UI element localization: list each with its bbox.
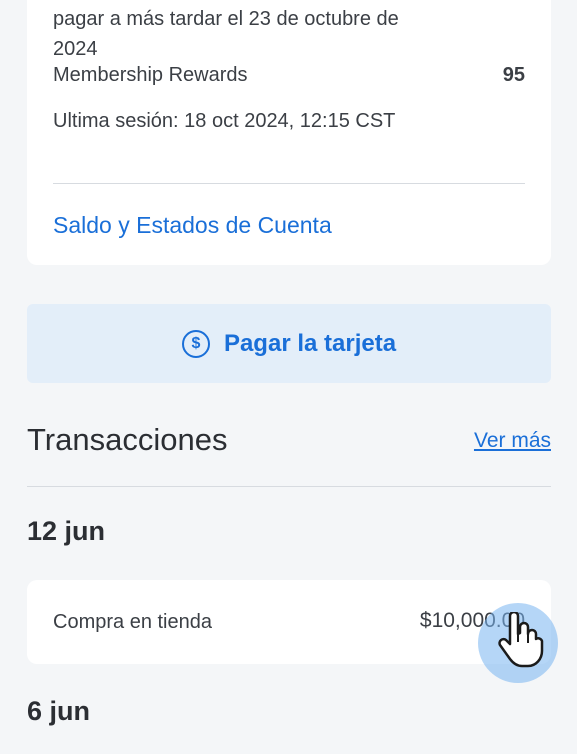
statements-link[interactable]: Saldo y Estados de Cuenta <box>53 212 332 239</box>
divider <box>53 183 525 184</box>
see-more-link[interactable]: Ver más <box>474 429 551 453</box>
dollar-circle-icon: $ <box>181 329 210 358</box>
membership-rewards-points: 95 <box>502 64 525 86</box>
last-session-text: Ultima sesión: 18 oct 2024, 12:15 CST <box>53 110 396 132</box>
pay-card-label: Pagar la tarjeta <box>223 329 397 357</box>
membership-rewards-row: Membership Rewards 95 <box>53 64 525 87</box>
transaction-row[interactable]: Compra en tienda $10,000.00 <box>27 580 551 664</box>
hand-pointer-icon <box>498 612 544 668</box>
transaction-date-heading: 12 jun <box>27 516 106 546</box>
payment-due-text: pagar a más tardar el 23 de octubre de 2… <box>53 8 399 60</box>
account-summary-card: pagar a más tardar el 23 de octubre de 2… <box>27 0 551 265</box>
membership-rewards-label: Membership Rewards <box>53 64 248 86</box>
info-icon[interactable] <box>497 0 525 6</box>
transactions-title: Transacciones <box>27 422 228 457</box>
transaction-description: Compra en tienda <box>53 611 212 633</box>
divider <box>27 486 551 487</box>
transaction-date-heading: 6 jun <box>27 696 91 726</box>
pay-card-button[interactable]: $ Pagar la tarjeta <box>27 304 551 383</box>
